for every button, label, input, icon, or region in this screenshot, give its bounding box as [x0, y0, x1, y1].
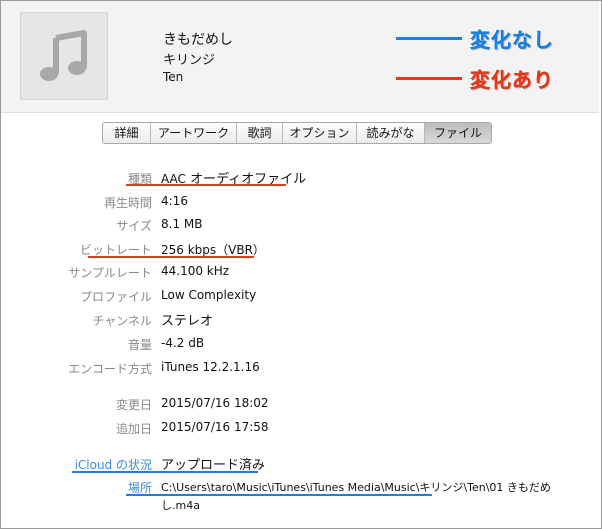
artwork-placeholder[interactable]	[20, 12, 108, 100]
size-label: サイズ	[116, 219, 152, 233]
modified-value: 2015/07/16 18:02	[161, 396, 269, 410]
volume-label: 音量	[127, 338, 152, 352]
channel-value: ステレオ	[161, 314, 214, 329]
song-artist: キリンジ	[163, 53, 216, 68]
added-label: 追加日	[115, 422, 152, 436]
tab-details[interactable]: 詳細	[103, 123, 151, 143]
encoder-value: iTunes 12.2.1.16	[161, 360, 260, 374]
profile-value: Low Complexity	[161, 288, 257, 302]
info-tabs: 詳細 アートワーク 歌詞 オプション 読みがな ファイル	[102, 122, 492, 144]
song-header: きもだめし キリンジ Ten	[1, 1, 599, 113]
modified-label: 変更日	[115, 398, 152, 412]
legend-unchanged-line	[396, 37, 462, 40]
legend-changed-label: 変化あり	[470, 68, 554, 92]
samplerate-value: 44.100 kHz	[161, 264, 230, 278]
legend-unchanged-label: 変化なし	[470, 28, 554, 52]
song-album: Ten	[163, 70, 184, 84]
tab-lyrics[interactable]: 歌詞	[237, 123, 283, 143]
location-value[interactable]: C:\Users\taro\Music\iTunes\iTunes Media\…	[161, 479, 551, 495]
legend-changed-line	[396, 77, 462, 80]
bitrate-underline	[88, 256, 254, 258]
size-value: 8.1 MB	[161, 217, 203, 231]
profile-label: プロファイル	[79, 290, 152, 304]
kind-underline	[126, 184, 286, 186]
tab-options[interactable]: オプション	[283, 123, 357, 143]
tab-reading[interactable]: 読みがな	[357, 123, 425, 143]
tab-file[interactable]: ファイル	[425, 123, 491, 143]
location-underline	[126, 494, 432, 496]
channel-label: チャンネル	[92, 314, 152, 328]
song-title: きもだめし	[163, 32, 233, 48]
added-value: 2015/07/16 17:58	[161, 420, 269, 434]
location-value-continued[interactable]: し.m4a	[161, 497, 200, 513]
icloud-underline	[72, 471, 258, 473]
samplerate-label: サンプルレート	[68, 266, 152, 280]
encoder-label: エンコード方式	[67, 362, 152, 376]
tab-artwork[interactable]: アートワーク	[151, 123, 237, 143]
music-note-icon	[40, 30, 87, 81]
volume-value: -4.2 dB	[161, 336, 205, 350]
duration-value: 4:16	[161, 194, 188, 208]
duration-label: 再生時間	[103, 196, 152, 210]
